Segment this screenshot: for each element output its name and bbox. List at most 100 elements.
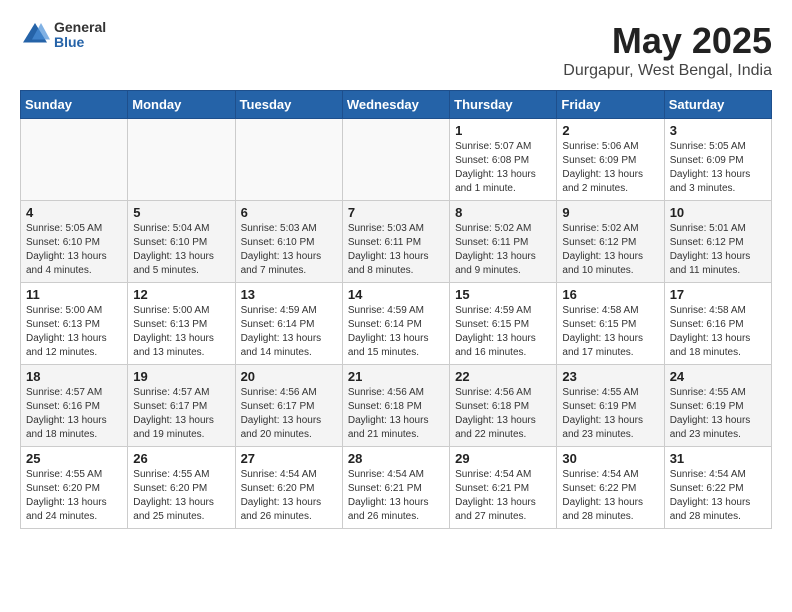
day-info: Sunrise: 4:55 AM Sunset: 6:20 PM Dayligh… [133,468,229,524]
weekday-header-row: SundayMondayTuesdayWednesdayThursdayFrid… [21,91,772,119]
day-number: 17 [670,287,766,302]
day-info: Sunrise: 4:55 AM Sunset: 6:20 PM Dayligh… [26,468,122,524]
logo: General Blue [20,20,106,51]
day-number: 9 [562,205,658,220]
day-number: 25 [26,451,122,466]
calendar-cell: 15Sunrise: 4:59 AM Sunset: 6:15 PM Dayli… [450,283,557,365]
day-info: Sunrise: 5:06 AM Sunset: 6:09 PM Dayligh… [562,140,658,196]
calendar-cell: 11 Sunrise: 5:00 AM Sunset: 6:13 PM Dayli… [21,283,128,365]
calendar-cell: 31Sunrise: 4:54 AM Sunset: 6:22 PM Dayli… [664,447,771,529]
logo-blue-text: Blue [54,35,106,50]
day-info: Sunrise: 5:00 AM Sunset: 6:13 PM Dayligh… [133,304,229,360]
calendar-cell [128,119,235,201]
day-info: Sunrise: 4:54 AM Sunset: 6:22 PM Dayligh… [562,468,658,524]
day-number: 14 [348,287,444,302]
month-title: May 2025 [563,20,772,62]
day-number: 21 [348,369,444,384]
calendar-cell: 30 Sunrise: 4:54 AM Sunset: 6:22 PM Dayli… [557,447,664,529]
day-number: 12 [133,287,229,302]
day-number: 22 [455,369,551,384]
page-header: General Blue May 2025 Durgapur, West Ben… [20,20,772,80]
day-number: 28 [348,451,444,466]
day-number: 1 [455,123,551,138]
calendar-cell: 24 Sunrise: 4:55 AM Sunset: 6:19 PM Dayli… [664,365,771,447]
calendar-cell: 27Sunrise: 4:54 AM Sunset: 6:20 PM Dayli… [235,447,342,529]
weekday-header-thursday: Thursday [450,91,557,119]
day-info: Sunrise: 4:57 AM Sunset: 6:17 PM Dayligh… [133,386,229,442]
day-number: 27 [241,451,337,466]
day-info: Sunrise: 5:01 AM Sunset: 6:12 PM Dayligh… [670,222,766,278]
day-number: 16 [562,287,658,302]
calendar-cell: 4 Sunrise: 5:05 AM Sunset: 6:10 PM Daylig… [21,201,128,283]
calendar-cell: 1 Sunrise: 5:07 AM Sunset: 6:08 PM Daylig… [450,119,557,201]
day-number: 11 [26,287,122,302]
calendar-cell: 25 Sunrise: 4:55 AM Sunset: 6:20 PM Dayli… [21,447,128,529]
day-number: 5 [133,205,229,220]
calendar-cell: 13Sunrise: 4:59 AM Sunset: 6:14 PM Dayli… [235,283,342,365]
weekday-header-tuesday: Tuesday [235,91,342,119]
day-number: 20 [241,369,337,384]
calendar-cell: 28 Sunrise: 4:54 AM Sunset: 6:21 PM Dayli… [342,447,449,529]
weekday-header-saturday: Saturday [664,91,771,119]
day-number: 26 [133,451,229,466]
calendar-cell: 14Sunrise: 4:59 AM Sunset: 6:14 PM Dayli… [342,283,449,365]
calendar-cell: 26 Sunrise: 4:55 AM Sunset: 6:20 PM Dayli… [128,447,235,529]
calendar-cell: 22Sunrise: 4:56 AM Sunset: 6:18 PM Dayli… [450,365,557,447]
day-number: 29 [455,451,551,466]
calendar-cell: 3Sunrise: 5:05 AM Sunset: 6:09 PM Daylig… [664,119,771,201]
calendar-cell [235,119,342,201]
calendar-cell: 2Sunrise: 5:06 AM Sunset: 6:09 PM Daylig… [557,119,664,201]
weekday-header-sunday: Sunday [21,91,128,119]
calendar-table: SundayMondayTuesdayWednesdayThursdayFrid… [20,90,772,529]
day-number: 6 [241,205,337,220]
calendar-cell: 5 Sunrise: 5:04 AM Sunset: 6:10 PM Daylig… [128,201,235,283]
day-info: Sunrise: 5:05 AM Sunset: 6:10 PM Dayligh… [26,222,122,278]
day-info: Sunrise: 5:04 AM Sunset: 6:10 PM Dayligh… [133,222,229,278]
day-number: 24 [670,369,766,384]
calendar-cell: 9 Sunrise: 5:02 AM Sunset: 6:12 PM Daylig… [557,201,664,283]
calendar-cell [342,119,449,201]
calendar-cell [21,119,128,201]
day-info: Sunrise: 4:54 AM Sunset: 6:21 PM Dayligh… [348,468,444,524]
calendar-cell: 29 Sunrise: 4:54 AM Sunset: 6:21 PM Dayli… [450,447,557,529]
day-number: 10 [670,205,766,220]
day-number: 31 [670,451,766,466]
day-info: Sunrise: 4:54 AM Sunset: 6:21 PM Dayligh… [455,468,551,524]
day-info: Sunrise: 5:02 AM Sunset: 6:11 PM Dayligh… [455,222,551,278]
weekday-header-monday: Monday [128,91,235,119]
calendar-cell: 8 Sunrise: 5:02 AM Sunset: 6:11 PM Daylig… [450,201,557,283]
day-number: 8 [455,205,551,220]
day-number: 23 [562,369,658,384]
calendar-cell: 18 Sunrise: 4:57 AM Sunset: 6:16 PM Dayli… [21,365,128,447]
day-info: Sunrise: 4:56 AM Sunset: 6:17 PM Dayligh… [241,386,337,442]
day-info: Sunrise: 5:07 AM Sunset: 6:08 PM Dayligh… [455,140,551,196]
day-info: Sunrise: 4:57 AM Sunset: 6:16 PM Dayligh… [26,386,122,442]
day-info: Sunrise: 4:58 AM Sunset: 6:15 PM Dayligh… [562,304,658,360]
calendar-cell: 20 Sunrise: 4:56 AM Sunset: 6:17 PM Dayli… [235,365,342,447]
day-info: Sunrise: 5:03 AM Sunset: 6:11 PM Dayligh… [348,222,444,278]
day-info: Sunrise: 4:58 AM Sunset: 6:16 PM Dayligh… [670,304,766,360]
day-number: 30 [562,451,658,466]
calendar-cell: 16 Sunrise: 4:58 AM Sunset: 6:15 PM Dayli… [557,283,664,365]
day-number: 13 [241,287,337,302]
calendar-cell: 6 Sunrise: 5:03 AM Sunset: 6:10 PM Daylig… [235,201,342,283]
day-number: 18 [26,369,122,384]
weekday-header-wednesday: Wednesday [342,91,449,119]
week-row-2: 4 Sunrise: 5:05 AM Sunset: 6:10 PM Daylig… [21,201,772,283]
week-row-4: 18 Sunrise: 4:57 AM Sunset: 6:16 PM Dayli… [21,365,772,447]
week-row-3: 11 Sunrise: 5:00 AM Sunset: 6:13 PM Dayli… [21,283,772,365]
calendar-cell: 12 Sunrise: 5:00 AM Sunset: 6:13 PM Dayli… [128,283,235,365]
day-info: Sunrise: 5:00 AM Sunset: 6:13 PM Dayligh… [26,304,122,360]
week-row-5: 25 Sunrise: 4:55 AM Sunset: 6:20 PM Dayli… [21,447,772,529]
day-number: 4 [26,205,122,220]
day-number: 3 [670,123,766,138]
calendar-cell: 10 Sunrise: 5:01 AM Sunset: 6:12 PM Dayli… [664,201,771,283]
day-info: Sunrise: 4:56 AM Sunset: 6:18 PM Dayligh… [348,386,444,442]
day-info: Sunrise: 5:03 AM Sunset: 6:10 PM Dayligh… [241,222,337,278]
day-info: Sunrise: 5:02 AM Sunset: 6:12 PM Dayligh… [562,222,658,278]
title-block: May 2025 Durgapur, West Bengal, India [563,20,772,80]
calendar-cell: 7Sunrise: 5:03 AM Sunset: 6:11 PM Daylig… [342,201,449,283]
week-row-1: 1 Sunrise: 5:07 AM Sunset: 6:08 PM Daylig… [21,119,772,201]
day-info: Sunrise: 4:55 AM Sunset: 6:19 PM Dayligh… [670,386,766,442]
calendar-cell: 23Sunrise: 4:55 AM Sunset: 6:19 PM Dayli… [557,365,664,447]
